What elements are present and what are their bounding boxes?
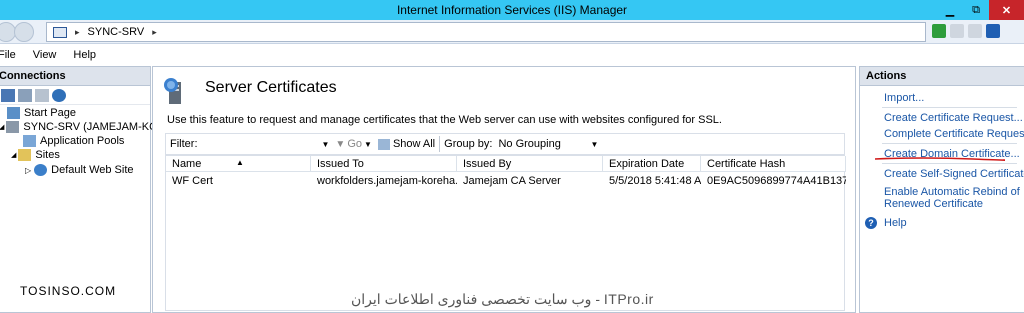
- divider: [439, 136, 441, 152]
- filter-label: Filter:: [170, 138, 198, 150]
- server-certificates-icon: [163, 76, 191, 106]
- help-dropdown-icon[interactable]: [986, 24, 1000, 38]
- show-all-button[interactable]: Show All: [377, 138, 436, 150]
- action-enable-automatic-rebind[interactable]: Enable Automatic Rebind of: [884, 186, 1020, 198]
- actions-header: Actions: [860, 67, 1024, 86]
- refresh-icon[interactable]: [932, 24, 946, 38]
- back-forward-buttons[interactable]: [0, 22, 40, 42]
- divider: [882, 143, 1017, 144]
- cell-expiration-date: 5/5/2018 5:41:48 AM: [609, 175, 701, 187]
- menu-bar: File View Help: [0, 45, 1024, 65]
- tosinso-logo-text: TOSINSO.COM: [20, 284, 117, 298]
- action-import[interactable]: Import...: [884, 92, 924, 104]
- help-icon: ?: [865, 217, 877, 229]
- breadcrumb-server[interactable]: SYNC-SRV: [88, 26, 145, 38]
- action-create-certificate-request[interactable]: Create Certificate Request...: [884, 112, 1023, 124]
- cell-issued-to: workfolders.jamejam-koreha....: [317, 175, 457, 187]
- folder-icon: [18, 149, 32, 161]
- chevron-down-icon[interactable]: ▼: [590, 140, 598, 149]
- feature-description: Use this feature to request and manage c…: [167, 114, 722, 126]
- action-create-self-signed-certificate[interactable]: Create Self-Signed Certificate...: [884, 168, 1024, 180]
- sort-ascending-icon: ▲: [236, 158, 244, 167]
- filter-input[interactable]: [201, 136, 320, 152]
- action-help[interactable]: Help: [884, 217, 907, 229]
- close-button[interactable]: ✕: [989, 0, 1024, 20]
- title-bar: Internet Information Services (IIS) Mana…: [0, 0, 1024, 20]
- connections-icon: [53, 26, 67, 38]
- save-icon[interactable]: [18, 88, 32, 102]
- menu-file[interactable]: File: [0, 49, 16, 61]
- connections-header: Connections: [0, 67, 150, 86]
- chevron-down-icon[interactable]: ▼: [322, 140, 330, 149]
- tree-item-default-web-site[interactable]: ▷ Default Web Site: [25, 164, 134, 176]
- collapse-icon[interactable]: ◢: [11, 151, 16, 159]
- start-page-icon: [7, 107, 20, 119]
- go-button[interactable]: ▼ Go: [335, 138, 362, 150]
- expand-icon[interactable]: ▷: [25, 166, 31, 175]
- breadcrumb-separator-icon: ▸: [152, 26, 157, 37]
- column-issued-to[interactable]: Issued To: [311, 156, 457, 172]
- group-by-value: No Grouping: [498, 138, 561, 150]
- connect-icon[interactable]: [52, 88, 66, 102]
- address-bar-row: ▸ SYNC-SRV ▸: [0, 20, 1024, 44]
- tree-item-label: Default Web Site: [51, 164, 134, 176]
- divider: [882, 107, 1017, 108]
- toolbar-icons: [932, 24, 1000, 38]
- new-connection-icon[interactable]: [1, 88, 15, 102]
- funnel-icon: ▼: [335, 138, 346, 150]
- up-icon[interactable]: [35, 88, 49, 102]
- features-panel: Server Certificates Use this feature to …: [152, 66, 856, 313]
- menu-view[interactable]: View: [33, 49, 57, 61]
- actions-panel: Actions Import... Create Certificate Req…: [859, 66, 1024, 313]
- connections-toolbar: [0, 86, 150, 105]
- tree-item-sites[interactable]: ◢ Sites: [11, 149, 60, 161]
- globe-icon: [34, 164, 48, 176]
- go-label: Go: [347, 138, 363, 150]
- column-certificate-hash[interactable]: Certificate Hash: [701, 156, 846, 172]
- restore-button[interactable]: ⧉: [963, 0, 989, 20]
- show-all-label: Show All: [392, 138, 436, 150]
- collapse-icon[interactable]: ◢: [0, 123, 4, 131]
- chevron-down-icon[interactable]: ▼: [364, 140, 372, 149]
- tree-item-label: Start Page: [24, 107, 76, 119]
- cell-name: WF Cert: [172, 175, 213, 187]
- tree-item-start-page[interactable]: Start Page: [7, 107, 76, 119]
- stop-icon[interactable]: [950, 24, 964, 38]
- home-icon[interactable]: [968, 24, 982, 38]
- address-bar[interactable]: ▸ SYNC-SRV ▸: [46, 22, 926, 42]
- window-title: Internet Information Services (IIS) Mana…: [396, 3, 628, 17]
- page-title: Server Certificates: [205, 79, 337, 96]
- certificates-table: Name ▲ Issued To Issued By Expiration Da…: [165, 155, 846, 311]
- cell-issued-by: Jamejam CA Server: [463, 175, 561, 187]
- show-all-icon: [377, 138, 390, 150]
- tree-item-app-pools[interactable]: Application Pools: [23, 135, 124, 147]
- table-row[interactable]: WF Cert workfolders.jamejam-koreha.... J…: [166, 173, 846, 191]
- app-pools-icon: [23, 135, 36, 147]
- forward-icon[interactable]: [14, 22, 34, 42]
- action-complete-certificate-request[interactable]: Complete Certificate Request...: [884, 128, 1024, 140]
- minimize-button[interactable]: ▁: [937, 0, 963, 20]
- action-enable-automatic-rebind-line2[interactable]: Renewed Certificate: [884, 198, 983, 210]
- menu-help[interactable]: Help: [73, 49, 96, 61]
- filter-bar: Filter: ▼ ▼ Go ▼ Show All Group by: No G…: [165, 133, 845, 155]
- group-by-select[interactable]: No Grouping: [498, 138, 588, 150]
- column-expiration-date[interactable]: Expiration Date: [603, 156, 701, 172]
- watermark-text: وب سایت تخصصی فناوری اطلاعات ایران - ITP…: [351, 291, 654, 307]
- cell-certificate-hash: 0E9AC5096899774A41B1378E3...: [707, 175, 846, 187]
- column-issued-by[interactable]: Issued By: [457, 156, 603, 172]
- tree-item-label: Application Pools: [40, 135, 125, 147]
- red-underline-annotation: [874, 157, 1005, 162]
- tree-item-label: Sites: [35, 149, 60, 161]
- divider: [882, 163, 1017, 164]
- group-by-label: Group by:: [444, 138, 493, 150]
- breadcrumb-separator-icon: ▸: [75, 26, 80, 37]
- table-header: Name ▲ Issued To Issued By Expiration Da…: [166, 156, 846, 172]
- server-icon: [6, 121, 20, 133]
- connections-panel: Connections Start Page ◢ SYNC-SRV (JAMEJ…: [0, 66, 181, 313]
